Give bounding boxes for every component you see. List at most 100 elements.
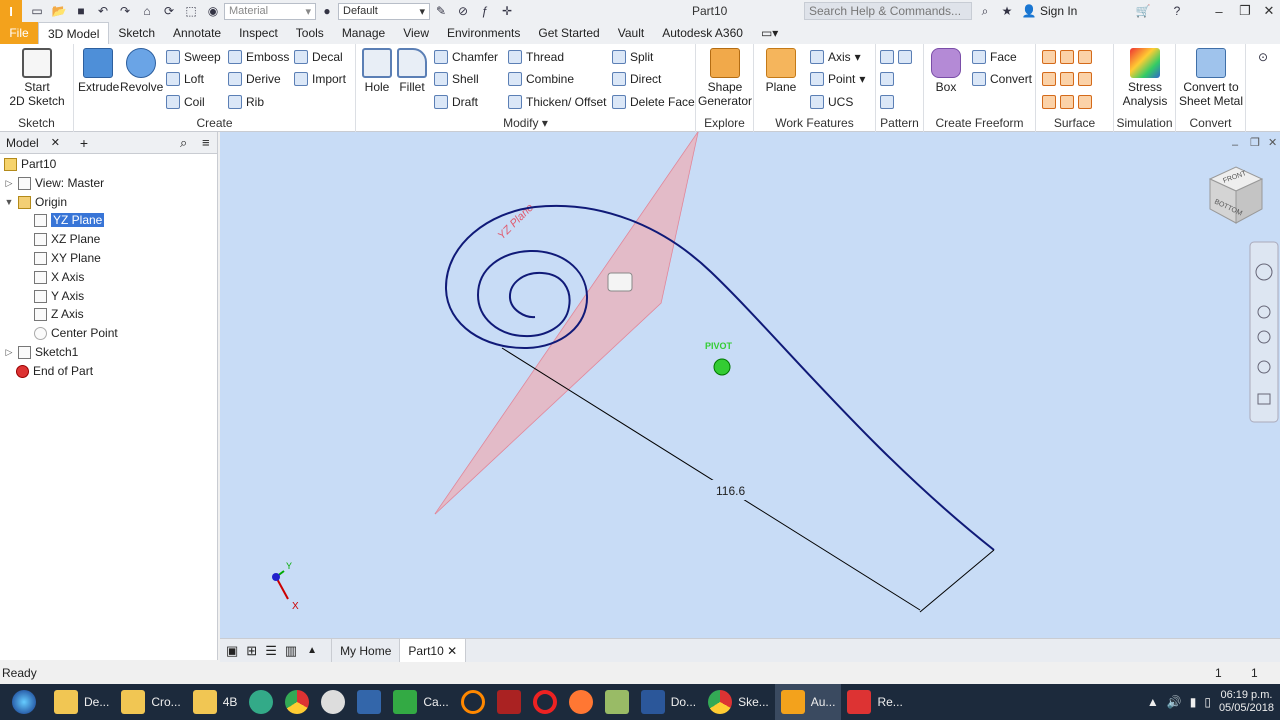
pivot-point-icon[interactable] [713, 358, 731, 376]
tree-item-z-axis[interactable]: Z Axis [34, 305, 84, 323]
tab-view[interactable]: View [394, 22, 438, 44]
clear-icon[interactable]: ⊘ [452, 2, 474, 20]
box-button[interactable]: Box [928, 48, 964, 94]
help-icon[interactable]: ? [1166, 2, 1188, 20]
adjust-icon[interactable]: ✎ [430, 2, 452, 20]
taskbar-globe[interactable] [243, 684, 279, 720]
revolve-button[interactable]: Revolve [120, 48, 163, 94]
sweep-button[interactable]: Sweep [166, 47, 221, 67]
close-button[interactable]: ✕ [1258, 2, 1280, 20]
combine-button[interactable]: Combine [508, 69, 574, 89]
measure-icon[interactable]: ✛ [496, 2, 518, 20]
viewport-minimize-icon[interactable]: – [1232, 139, 1239, 151]
open-icon[interactable]: 📂 [48, 2, 70, 20]
new-icon[interactable]: ▭ [26, 2, 48, 20]
tab-sketch[interactable]: Sketch [109, 22, 164, 44]
import-button[interactable]: Import [294, 69, 346, 89]
menu-icon[interactable]: ≡ [202, 135, 210, 150]
material-select[interactable]: Material ▾ [224, 2, 316, 20]
tree-item-xy-plane[interactable]: XY Plane [34, 249, 101, 267]
taskbar-item[interactable]: Au... [774, 684, 842, 720]
dimension-line[interactable] [501, 347, 921, 611]
tab-get-started[interactable]: Get Started [529, 22, 608, 44]
thicken-offset-button[interactable]: Thicken/ Offset [508, 92, 606, 112]
fillet-button[interactable]: Fillet [396, 48, 428, 94]
stress-analysis-button[interactable]: Stress Analysis [1116, 48, 1174, 108]
circular-pattern-button[interactable] [880, 69, 894, 89]
tree-item-xz-plane[interactable]: XZ Plane [34, 230, 100, 248]
graphics-viewport[interactable]: YZ Plane 116.6 PIVOT FRONT BOTTOM – ❐ ✕ [220, 132, 1280, 638]
appearance-icon[interactable]: ● [316, 2, 338, 20]
add-tab-icon[interactable]: + [80, 135, 88, 151]
hole-button[interactable]: Hole [362, 48, 392, 94]
expand-icon[interactable]: ▷ [4, 178, 14, 189]
viewport-restore-icon[interactable]: ❐ [1250, 137, 1260, 149]
ribbon-options-icon[interactable]: ▭▾ [752, 22, 787, 44]
ribbon-expand-icon[interactable]: ⊙ [1252, 48, 1274, 66]
dimension-value[interactable]: 116.6 [716, 484, 745, 498]
app-logo[interactable]: I [0, 0, 22, 22]
navigation-bar[interactable] [1249, 241, 1279, 423]
expand-up-icon[interactable]: ▲ [307, 645, 317, 656]
rib-button[interactable]: Rib [228, 92, 264, 112]
horizontal-icon[interactable]: ☰ [265, 643, 277, 659]
network-icon[interactable]: ▮ [1190, 695, 1197, 709]
taskbar-opera[interactable] [527, 684, 563, 720]
taskbar-item[interactable]: Ske... [702, 684, 775, 720]
tab-manage[interactable]: Manage [333, 22, 394, 44]
undo-icon[interactable]: ↶ [92, 2, 114, 20]
cart-icon[interactable]: 🛒 [1132, 2, 1154, 20]
save-icon[interactable]: ■ [70, 2, 92, 20]
shape-generator-button[interactable]: Shape Generator [698, 48, 752, 108]
tab-tools[interactable]: Tools [287, 22, 333, 44]
taskbar-item[interactable]: Do... [635, 684, 702, 720]
start-button[interactable] [0, 684, 48, 720]
tile-icon[interactable]: ▣ [226, 643, 238, 659]
direct-button[interactable]: Direct [612, 69, 661, 89]
taskbar-search[interactable] [455, 684, 491, 720]
surface-tools-row-2[interactable] [1042, 69, 1092, 89]
panel-label-modify[interactable]: Modify ▾ [356, 116, 695, 130]
taskbar-item[interactable]: Cro... [115, 684, 186, 720]
taskbar-item[interactable]: 4B [187, 684, 244, 720]
close-icon[interactable]: ✕ [51, 136, 60, 149]
tab-inspect[interactable]: Inspect [230, 22, 287, 44]
tree-item-part[interactable]: Part10 [4, 155, 56, 173]
vertical-icon[interactable]: ▥ [285, 643, 297, 659]
surface-tools-row-3[interactable] [1042, 92, 1092, 112]
show-hidden-icon[interactable]: ▲ [1147, 695, 1159, 709]
taskbar-chrome[interactable] [279, 684, 315, 720]
search-input[interactable]: Search Help & Commands... [804, 2, 972, 20]
loft-button[interactable]: Loft [166, 69, 204, 89]
select-icon[interactable]: ⬚ [180, 2, 202, 20]
grid-icon[interactable]: ⊞ [246, 643, 257, 659]
tree-item-yz-plane[interactable]: YZ Plane [34, 211, 105, 229]
convert-sheet-metal-button[interactable]: Convert to Sheet Metal [1178, 48, 1244, 108]
collapse-icon[interactable]: ▼ [4, 197, 14, 207]
clock[interactable]: 06:19 p.m. 05/05/2018 [1219, 689, 1274, 715]
delete-face-button[interactable]: Delete Face [612, 92, 695, 112]
minimize-button[interactable]: – [1208, 2, 1230, 20]
restore-button[interactable]: ❐ [1234, 2, 1256, 20]
taskbar-firefox[interactable] [563, 684, 599, 720]
surface-tools-row-1[interactable] [1042, 47, 1092, 67]
sketch-glyph-icon[interactable] [607, 272, 633, 292]
shell-button[interactable]: Shell [434, 69, 479, 89]
search-icon[interactable]: ⌕ [180, 135, 187, 151]
chamfer-button[interactable]: Chamfer [434, 47, 498, 67]
tree-item-center-point[interactable]: Center Point [34, 324, 118, 342]
expand-icon[interactable]: ▷ [4, 347, 14, 358]
binoculars-icon[interactable]: ⌕ [974, 2, 996, 20]
point-button[interactable]: Point ▾ [810, 69, 865, 89]
derive-button[interactable]: Derive [228, 69, 281, 89]
tree-item-sketch1[interactable]: ▷ Sketch1 [4, 343, 79, 361]
star-icon[interactable]: ★ [996, 2, 1018, 20]
plane-button[interactable]: Plane [760, 48, 802, 94]
convert-freeform-button[interactable]: Convert [972, 69, 1032, 89]
taskbar-paint[interactable] [315, 684, 351, 720]
tab-annotate[interactable]: Annotate [164, 22, 230, 44]
extrude-button[interactable]: Extrude [78, 48, 119, 94]
viewport-canvas[interactable]: YZ Plane 116.6 PIVOT FRONT BOTTOM – ❐ ✕ [220, 132, 1280, 638]
axis-button[interactable]: Axis ▾ [810, 47, 861, 67]
tab-autodesk-a360[interactable]: Autodesk A360 [653, 22, 752, 44]
